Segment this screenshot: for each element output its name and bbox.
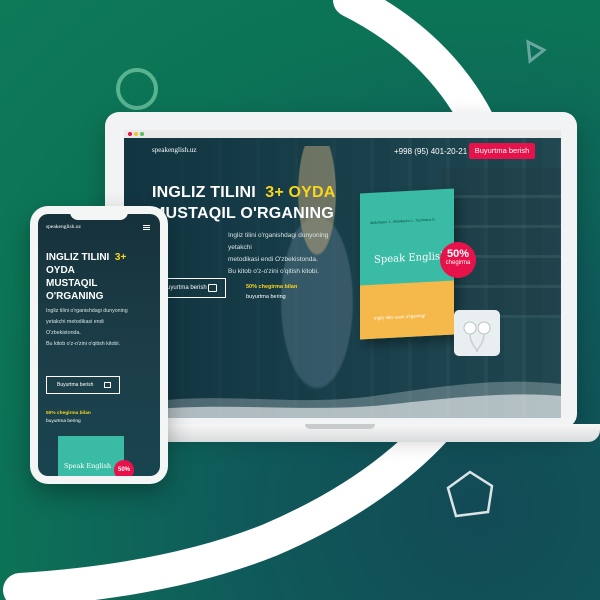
- basket-icon: [208, 284, 217, 292]
- phone-screen: speakenglish.uz INGLIZ TILINI 3+ OYDA MU…: [38, 214, 160, 476]
- hero-headline-line1: INGLIZ TILINI 3+ OYDA: [152, 184, 336, 201]
- mobile-description: Ingliz tilini o'rganishdagi dunyoning ye…: [46, 308, 128, 347]
- hero-description: Ingliz tilini o'rganishdagi dunyoning ye…: [228, 232, 329, 275]
- book-cover-illustration: Ingliz tilini oson o'rganing!: [360, 280, 454, 340]
- mobile-discount-text: 50% chegirma bilan buyurtma bering: [46, 411, 91, 424]
- book-authors: Abdullayev J., Abdullayev L., Tashtekov …: [370, 217, 436, 225]
- window-dot-icon: [134, 132, 138, 136]
- triangle-outline-icon: [526, 39, 547, 64]
- website-hero: speakenglish.uz +998 (95) 401-20-21 Buyu…: [124, 138, 561, 418]
- mobile-headline-line3: MUSTAQIL: [46, 278, 98, 289]
- book-title: Speak English: [374, 250, 447, 266]
- site-logo[interactable]: speakenglish.uz: [152, 146, 197, 154]
- laptop-screen: speakenglish.uz +998 (95) 401-20-21 Buyu…: [124, 130, 561, 418]
- hamburger-menu-icon[interactable]: [143, 225, 150, 226]
- mobile-headline-line4: O'RGANING: [46, 291, 104, 302]
- hero-headline-line2: MUSTAQIL O'RGANING: [152, 205, 334, 222]
- book-slogan: Ingliz tilini oson o'rganing!: [374, 313, 426, 321]
- mobile-headline-highlight: OYDA: [46, 265, 75, 276]
- basket-icon: [104, 382, 111, 388]
- mobile-order-button[interactable]: Buyurtma berish: [46, 376, 120, 394]
- site-phone[interactable]: +998 (95) 401-20-21: [394, 147, 467, 156]
- discount-badge: 50% chegirma: [440, 242, 476, 278]
- mobile-discount-badge: 50%: [114, 460, 134, 476]
- circle-outline-icon: [116, 68, 158, 110]
- hexagon-outline-icon: [446, 470, 494, 518]
- mobile-book-title: Speak English: [64, 462, 112, 470]
- mobile-site-logo[interactable]: speakenglish.uz: [46, 224, 81, 230]
- phone-notch: [70, 210, 128, 220]
- header-order-button[interactable]: Buyurtma berish: [469, 143, 535, 159]
- mobile-headline-line1: INGLIZ TILINI 3+: [46, 252, 127, 263]
- white-wave-divider: [124, 381, 561, 418]
- browser-bar: [124, 130, 561, 138]
- window-dot-icon: [140, 132, 144, 136]
- hero-headline-highlight: 3+ OYDA: [265, 184, 336, 201]
- hero-discount-text: 50% chegirma bilan buyurtma bering: [246, 284, 298, 300]
- laptop-notch: [305, 424, 375, 429]
- window-dot-icon: [128, 132, 132, 136]
